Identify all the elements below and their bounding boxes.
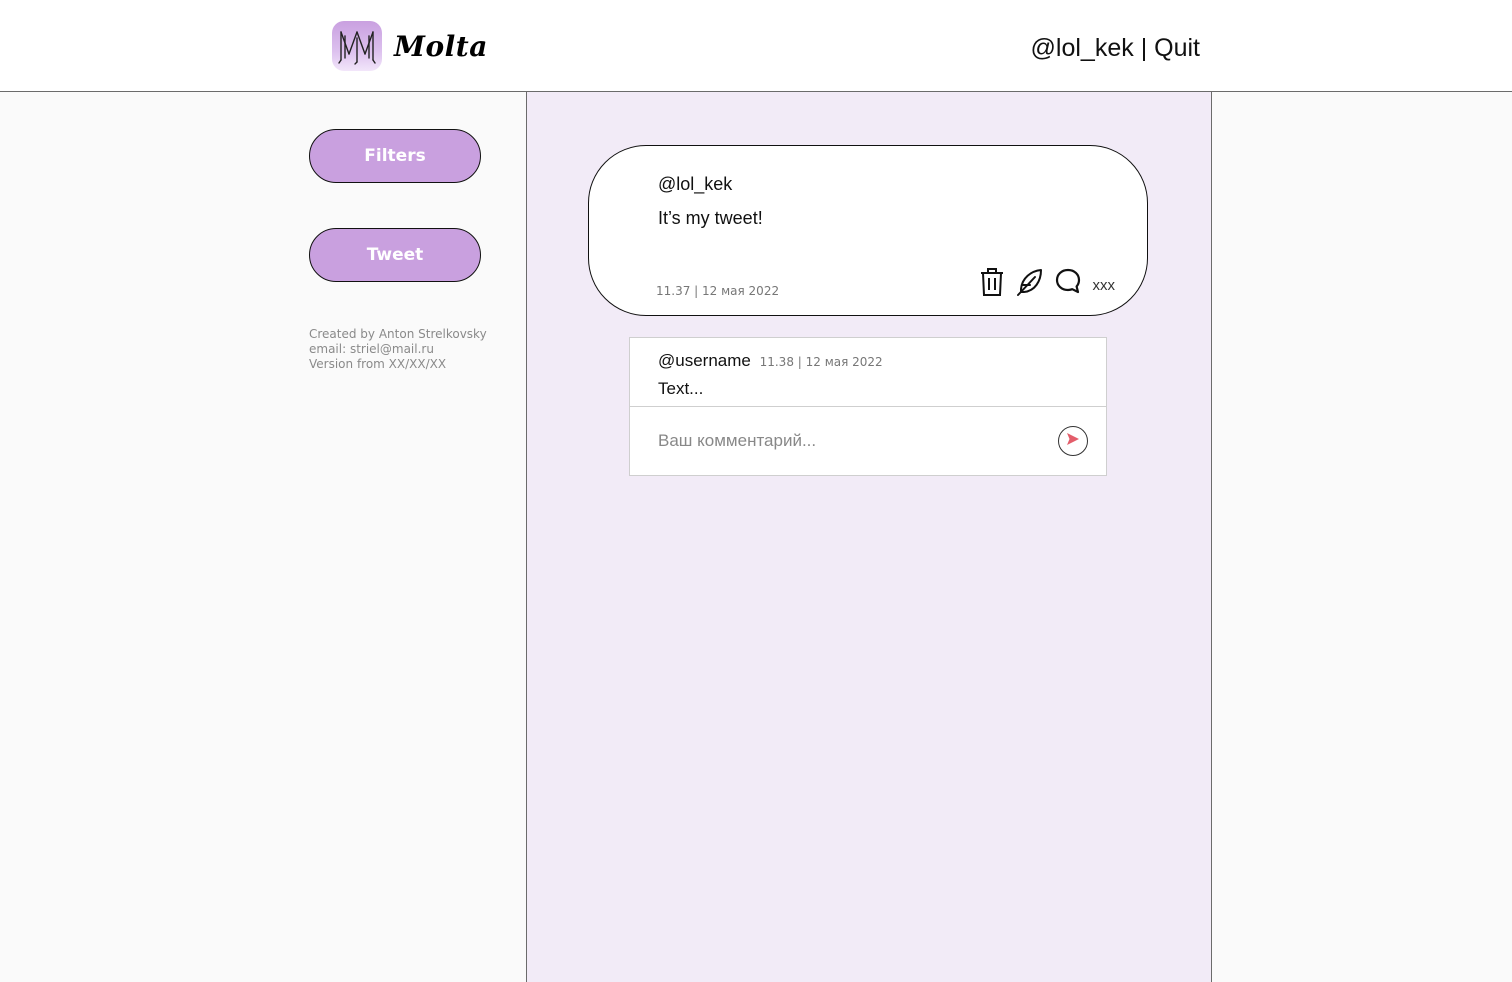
tweet-text: It’s my tweet! <box>658 208 763 228</box>
comment-timestamp: 11.38 | 12 мая 2022 <box>759 355 883 369</box>
top-header: Molta @lol_kek | Quit <box>0 0 1512 92</box>
tweet-author[interactable]: @lol_kek <box>658 174 732 195</box>
comment-count: xxx <box>1092 276 1116 294</box>
user-nav: @lol_kek | Quit <box>1031 34 1200 63</box>
tweet-button[interactable]: Tweet <box>309 228 481 282</box>
tweet-actions: xxx <box>977 266 1116 298</box>
app-logo-name: Molta <box>394 30 488 63</box>
logo-icon[interactable] <box>332 21 382 71</box>
comment-author[interactable]: @username <box>658 351 751 370</box>
nav-separator: | <box>1140 34 1148 62</box>
current-username-link[interactable]: @lol_kek <box>1031 34 1134 62</box>
comment-input[interactable] <box>658 426 1038 456</box>
feather-edit-icon[interactable] <box>1015 267 1045 297</box>
comment-item: @username 11.38 | 12 мая 2022 Text... <box>630 338 1106 407</box>
tweet-timestamp: 11.37 | 12 мая 2022 <box>656 284 780 298</box>
right-sidebar <box>1212 92 1512 982</box>
quit-link[interactable]: Quit <box>1154 34 1200 62</box>
send-comment-button[interactable] <box>1058 426 1088 456</box>
left-sidebar: Filters Tweet Created by Anton Strelkovs… <box>0 92 526 982</box>
comments-section: @username 11.38 | 12 мая 2022 Text... <box>629 337 1107 476</box>
comment-bubble-icon[interactable] <box>1053 267 1083 297</box>
credits: Created by Anton Strelkovsky email: stri… <box>309 327 487 372</box>
filters-button[interactable]: Filters <box>309 129 481 183</box>
credits-version: Version from XX/XX/XX <box>309 357 447 371</box>
send-arrow-icon <box>1065 431 1081 451</box>
credits-email: email: striel@mail.ru <box>309 342 434 356</box>
comment-text: Text... <box>658 379 704 398</box>
credits-author: Created by Anton Strelkovsky <box>309 327 487 341</box>
tweet-card[interactable]: @lol_kek It’s my tweet! 11.37 | 12 мая 2… <box>588 145 1148 316</box>
trash-icon[interactable] <box>977 267 1007 297</box>
comment-author-line: @username 11.38 | 12 мая 2022 <box>658 351 883 371</box>
